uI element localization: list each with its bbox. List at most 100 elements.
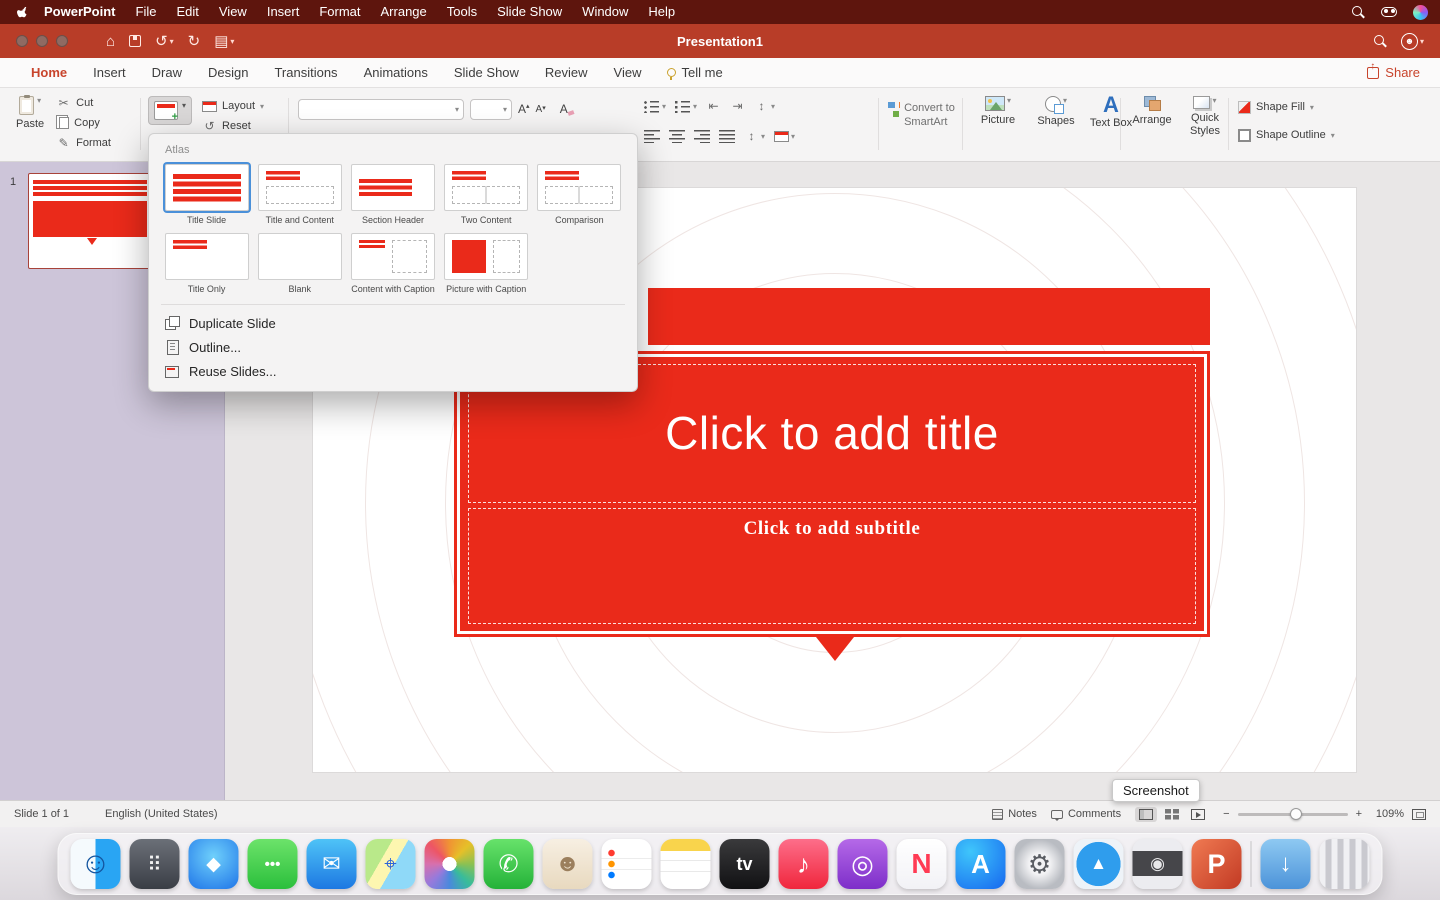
siri-icon[interactable] [1413,5,1428,20]
divider-dock-icon[interactable] [1251,841,1252,887]
decrease-indent-button[interactable]: ⇤ [706,99,721,113]
shape-fill-button[interactable]: Shape Fill▾ [1238,100,1335,114]
align-center-button[interactable] [669,130,685,143]
line-spacing-button[interactable]: ↕▾ [754,99,775,113]
home-button[interactable]: ⌂ [106,33,115,50]
photos-dock-icon[interactable] [425,839,475,889]
align-text-button[interactable]: ▾ [774,131,795,142]
numbering-button[interactable]: ▾ [675,100,697,113]
layout-option[interactable]: Content with Caption [350,233,435,298]
finder-dock-icon[interactable]: ☺ [71,839,121,889]
fit-slide-button[interactable] [1412,809,1426,820]
layout-option[interactable]: Blank [257,233,342,298]
messages-dock-icon[interactable]: ••• [248,839,298,889]
ribbon-tab[interactable]: Draw [139,58,195,88]
language-button[interactable]: English (United States) [105,808,218,820]
zoom-window-button[interactable] [56,35,68,47]
layout-option[interactable]: Title and Content [257,164,342,229]
reminders-dock-icon[interactable] [602,839,652,889]
menu-bar-item[interactable]: Slide Show [487,0,572,24]
trash-dock-icon[interactable] [1320,839,1370,889]
font-size-select[interactable]: ▾ [470,99,512,120]
contacts-dock-icon[interactable]: ☻ [543,839,593,889]
menu-bar-item[interactable]: View [209,0,257,24]
shape-outline-button[interactable]: Shape Outline▾ [1238,128,1335,142]
customize-toolbar-button[interactable]: ▤▾ [214,32,234,50]
music-dock-icon[interactable]: ♪ [779,839,829,889]
podcasts-dock-icon[interactable]: ◎ [838,839,888,889]
menu-bar-item[interactable]: File [126,0,167,24]
text-direction-button[interactable]: ↕▾ [744,129,765,143]
notes-dock-icon[interactable] [661,839,711,889]
normal-view-button[interactable] [1135,807,1157,822]
slide-sorter-view-button[interactable] [1161,807,1183,822]
slide-thumbnail[interactable] [28,173,152,269]
layout-option[interactable]: Title Only [164,233,249,298]
menu-bar-item[interactable]: Format [309,0,370,24]
slide-banner-shape[interactable] [648,288,1210,345]
zoom-percentage[interactable]: 109% [1370,808,1404,820]
layout-option[interactable]: Title Slide [164,164,249,229]
justify-button[interactable] [719,130,735,143]
ribbon-tab[interactable]: Slide Show [441,58,532,88]
account-button[interactable]: ☻▾ [1401,33,1424,50]
facetime-dock-icon[interactable]: ✆ [484,839,534,889]
menu-item[interactable]: Reuse Slides... [149,359,637,383]
slideshow-view-button[interactable] [1187,807,1209,822]
ribbon-tab[interactable]: Design [195,58,261,88]
undo-button[interactable]: ↺▾ [155,32,174,50]
ribbon-tab[interactable]: Review [532,58,601,88]
font-name-select[interactable]: ▾ [298,99,464,120]
tell-me-button[interactable]: Tell me [655,65,735,80]
powerpoint-dock-icon[interactable]: P [1192,839,1242,889]
ribbon-tab[interactable]: View [601,58,655,88]
zoom-out-button[interactable]: − [1223,808,1229,820]
menu-bar-item[interactable]: Arrange [371,0,437,24]
ribbon-tab[interactable]: Transitions [261,58,350,88]
cut-button[interactable]: ✂Cut [56,96,111,110]
zoom-in-button[interactable]: + [1356,808,1362,820]
launchpad-dock-icon[interactable]: ⠿ [130,839,180,889]
decrease-font-size-button[interactable]: A▾ [536,104,546,115]
apple-menu[interactable] [12,5,34,20]
reset-button[interactable]: ↺Reset [202,119,264,133]
increase-indent-button[interactable]: ⇥ [730,99,745,113]
app-store-dock-icon[interactable]: A [956,839,1006,889]
clear-formatting-button[interactable]: A [560,102,568,116]
maps-dock-icon[interactable]: ⌖ [366,839,416,889]
news-dock-icon[interactable]: N [897,839,947,889]
layout-option[interactable]: Picture with Caption [444,233,529,298]
safari-dock-icon[interactable]: ◆ [189,839,239,889]
mail-dock-icon[interactable]: ✉ [307,839,357,889]
spotlight-search-icon[interactable] [1352,6,1365,19]
increase-font-size-button[interactable]: A▴ [518,102,530,116]
ribbon-tab[interactable]: Insert [80,58,139,88]
screenshot-dock-icon[interactable]: ◉ [1133,839,1183,889]
menu-bar-item[interactable]: Tools [437,0,487,24]
redo-button[interactable]: ↻ [188,32,201,50]
subtitle-placeholder[interactable]: Click to add subtitle [468,508,1196,624]
menu-item[interactable]: Outline... [149,335,637,359]
ribbon-tab[interactable]: Animations [351,58,441,88]
apple-tv-dock-icon[interactable]: tv [720,839,770,889]
picture-button[interactable]: ▾ Picture [972,96,1024,130]
downloads-dock-icon[interactable]: ↓ [1261,839,1311,889]
layout-button[interactable]: Layout▾ [202,99,264,113]
format-painter-button[interactable]: ✎Format [56,136,111,150]
search-icon[interactable] [1374,35,1387,48]
paste-button[interactable]: ▾ Paste [16,96,44,150]
notes-button[interactable]: Notes [992,808,1037,820]
convert-to-smartart-button[interactable]: Convert to SmartArt [888,102,964,130]
zoom-slider-knob[interactable] [1290,808,1302,820]
menu-bar-item[interactable]: Insert [257,0,310,24]
arrange-button[interactable]: Arrange [1128,96,1176,137]
layout-option[interactable]: Two Content [444,164,529,229]
menu-bar-item[interactable]: Edit [166,0,208,24]
new-slide-button[interactable]: ▾ [148,96,192,125]
align-right-button[interactable] [694,130,710,143]
ribbon-tab[interactable]: Home [18,58,80,88]
layout-option[interactable]: Comparison [537,164,622,229]
comments-button[interactable]: Comments [1051,808,1121,820]
control-center-icon[interactable] [1381,7,1397,17]
quick-styles-button[interactable]: ▾ Quick Styles [1182,96,1228,137]
